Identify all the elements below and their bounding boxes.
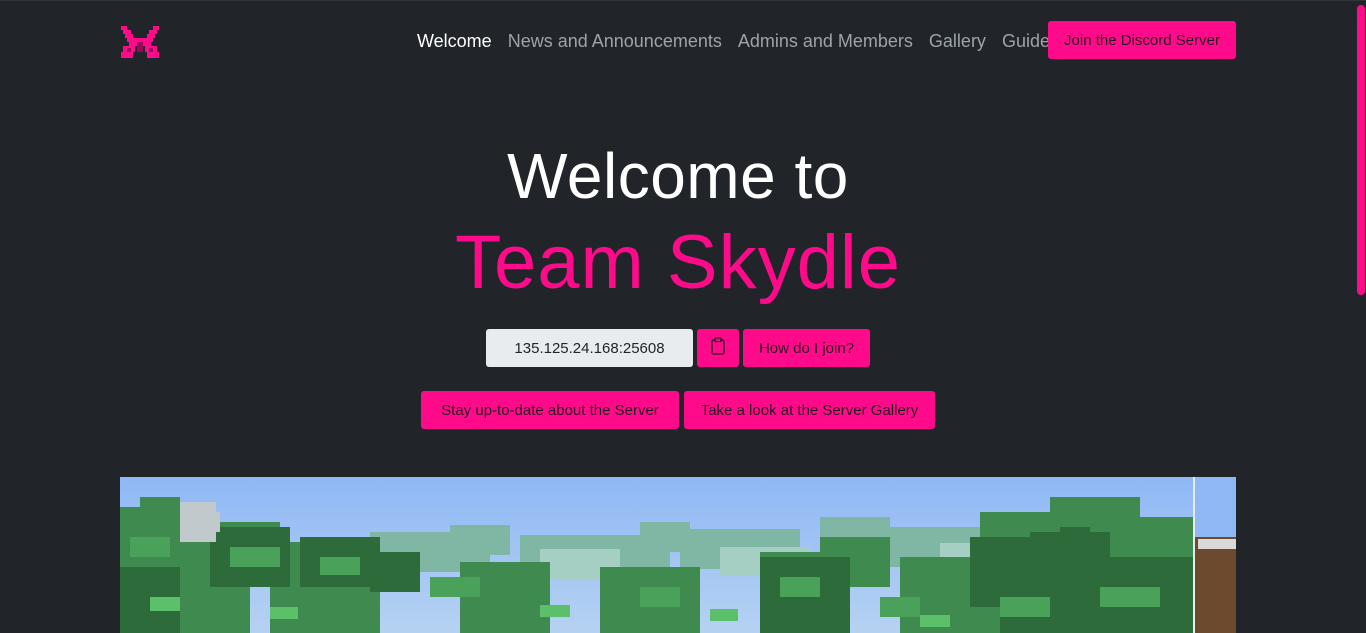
- news-button[interactable]: Stay up-to-date about the Server: [421, 391, 679, 429]
- hero-server-name: Team Skydle: [454, 220, 902, 305]
- butterfly-logo-icon[interactable]: [121, 26, 159, 60]
- gallery-button[interactable]: Take a look at the Server Gallery: [684, 391, 935, 429]
- nav-links: Welcome News and Announcements Admins an…: [417, 31, 1075, 52]
- scrollbar-thumb[interactable]: [1357, 5, 1365, 295]
- join-discord-button[interactable]: Join the Discord Server: [1048, 21, 1236, 59]
- how-to-join-button[interactable]: How do I join?: [743, 329, 870, 367]
- gallery-banner-image: [120, 477, 1236, 633]
- nav-item-news[interactable]: News and Announcements: [508, 31, 722, 52]
- navbar: Welcome News and Announcements Admins an…: [0, 1, 1356, 83]
- copy-address-button[interactable]: [697, 329, 739, 367]
- nav-item-gallery[interactable]: Gallery: [929, 31, 986, 52]
- page-scrollbar[interactable]: [1356, 1, 1366, 633]
- server-address-field[interactable]: [486, 329, 693, 367]
- page: Welcome News and Announcements Admins an…: [0, 0, 1366, 633]
- hero-heading: Welcome to: [507, 140, 849, 212]
- nav-item-welcome[interactable]: Welcome: [417, 31, 492, 52]
- clipboard-icon: [710, 337, 726, 359]
- nav-item-admins[interactable]: Admins and Members: [738, 31, 913, 52]
